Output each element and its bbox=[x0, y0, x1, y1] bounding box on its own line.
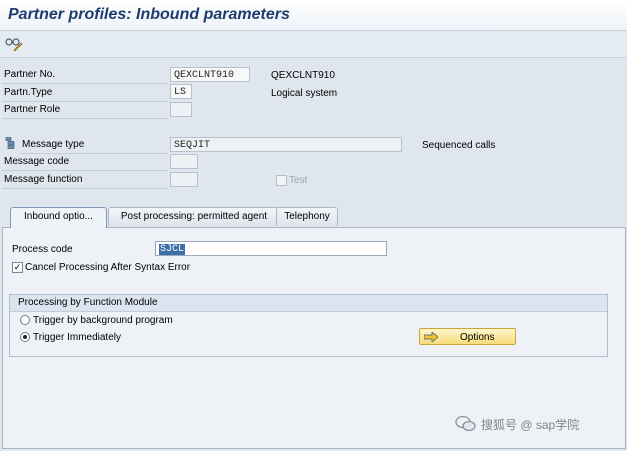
test-checkbox[interactable] bbox=[276, 175, 287, 186]
title-bar: Partner profiles: Inbound parameters bbox=[0, 0, 627, 31]
test-label: Test bbox=[289, 175, 308, 186]
radio-trigger-immediately[interactable] bbox=[20, 332, 30, 342]
application-toolbar bbox=[0, 31, 627, 58]
partner-type-row: Partn.Type bbox=[2, 84, 168, 102]
process-code-field[interactable]: SJCL bbox=[155, 241, 387, 256]
tab-inbound-options[interactable]: Inbound optio... bbox=[10, 207, 107, 228]
cancel-processing-checkbox[interactable]: ✓ bbox=[12, 262, 23, 273]
partner-role-row: Partner Role bbox=[2, 101, 168, 119]
processing-group-header: Processing by Function Module bbox=[10, 295, 607, 312]
process-code-label: Process code bbox=[12, 244, 73, 255]
options-button[interactable]: Options bbox=[419, 328, 516, 345]
message-function-field[interactable] bbox=[170, 172, 198, 187]
partner-no-row: Partner No. bbox=[2, 66, 168, 84]
message-type-description: Sequenced calls bbox=[422, 140, 496, 151]
chat-bubble-icon bbox=[455, 415, 476, 432]
message-code-label: Message code bbox=[4, 156, 70, 167]
watermark: 搜狐号 @ sap学院 bbox=[455, 414, 615, 434]
options-button-label: Options bbox=[460, 332, 495, 343]
partner-no-field[interactable]: QEXCLNT910 bbox=[170, 67, 250, 82]
partner-type-field[interactable]: LS bbox=[170, 84, 192, 99]
page-title: Partner profiles: Inbound parameters bbox=[8, 6, 290, 23]
partner-type-label: Partn.Type bbox=[4, 87, 53, 98]
message-function-row: Message function bbox=[2, 171, 168, 189]
message-type-field[interactable]: SEQJIT bbox=[170, 137, 402, 152]
hierarchy-icon[interactable] bbox=[5, 137, 15, 149]
message-code-field[interactable] bbox=[170, 154, 198, 169]
partner-type-description: Logical system bbox=[271, 88, 338, 99]
partner-role-label: Partner Role bbox=[4, 104, 61, 115]
partner-no-description: QEXCLNT910 bbox=[271, 70, 335, 81]
cancel-processing-label: Cancel Processing After Syntax Error bbox=[25, 262, 191, 273]
tab-post-processing[interactable]: Post processing: permitted agent bbox=[108, 207, 280, 226]
message-code-row: Message code bbox=[2, 153, 168, 171]
trigger-background-label: Trigger by background program bbox=[33, 315, 173, 326]
watermark-text: 搜狐号 @ sap学院 bbox=[481, 418, 580, 432]
message-type-label: Message type bbox=[22, 139, 85, 150]
trigger-immediately-label: Trigger Immediately bbox=[33, 332, 121, 343]
partner-role-field[interactable] bbox=[170, 102, 192, 117]
tab-telephony[interactable]: Telephony bbox=[276, 207, 338, 226]
radio-trigger-background[interactable] bbox=[20, 315, 30, 325]
arrow-right-icon bbox=[424, 332, 438, 342]
processing-group-title: Processing by Function Module bbox=[18, 297, 158, 308]
message-function-label: Message function bbox=[4, 174, 83, 185]
glasses-pencil-icon[interactable] bbox=[5, 36, 23, 52]
message-type-row: Message type bbox=[20, 136, 168, 154]
partner-no-label: Partner No. bbox=[4, 69, 56, 80]
process-code-value: SJCL bbox=[159, 244, 186, 255]
